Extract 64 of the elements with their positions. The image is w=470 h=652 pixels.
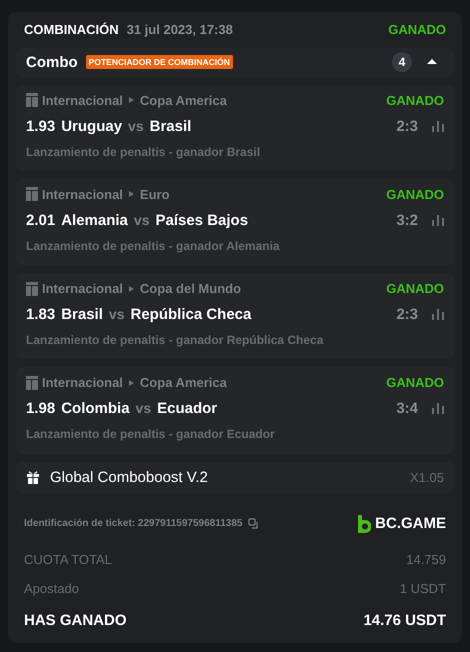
league-label: Copa del Mundo <box>140 281 242 296</box>
combo-label: Combo <box>26 54 78 71</box>
bet-status: GANADO <box>386 92 444 108</box>
market-label: Lanzamiento de penaltis - ganador Brasil <box>26 144 262 159</box>
market-label: Lanzamiento de penaltis - ganador República Checa <box>26 333 324 348</box>
bar-chart-icon[interactable] <box>432 120 444 132</box>
bar-chart-icon[interactable] <box>432 309 444 320</box>
away-team: República Checa <box>130 306 252 324</box>
away-team: Brasil <box>150 118 192 135</box>
league-label: Euro <box>140 186 170 202</box>
category-label: Internacional <box>42 92 123 108</box>
match-score: 2:3 <box>396 306 418 324</box>
chevron-icon <box>128 97 134 104</box>
summary-value: 14.759 <box>406 552 446 567</box>
odds-value: 1.93 <box>26 118 56 135</box>
vs-label: vs <box>128 118 144 134</box>
category-label: Internacional <box>42 375 123 390</box>
gift-icon <box>26 470 40 484</box>
bar-chart-icon[interactable] <box>432 403 444 414</box>
home-team: Brasil <box>61 306 103 324</box>
bet-status: GANADO <box>386 375 444 390</box>
home-team: Alemania <box>61 212 128 229</box>
bet-status: GANADO <box>386 281 444 296</box>
copy-icon[interactable] <box>248 518 260 530</box>
summary-label: HAS GANADO <box>24 612 127 629</box>
combo-header[interactable]: Combo POTENCIADOR DE COMBINACIÓN 4 <box>16 48 454 77</box>
odds-value: 2.01 <box>26 212 56 229</box>
chevron-icon <box>128 191 134 198</box>
match-score: 3:2 <box>396 212 418 229</box>
bet-type: COMBINACIÓN <box>24 22 119 38</box>
category-label: Internacional <box>42 281 123 296</box>
market-label: Lanzamiento de penaltis - ganador Alemania <box>26 238 281 253</box>
match-score: 3:4 <box>396 400 418 418</box>
away-team: Ecuador <box>157 400 218 418</box>
league-label: Copa America <box>140 375 227 390</box>
summary-value: 1 USDT <box>400 581 446 596</box>
vs-label: vs <box>108 306 124 322</box>
boost-multiplier: X1.05 <box>410 470 444 485</box>
boost-label: Global Comboboost V.2 <box>50 468 208 486</box>
away-team: Países Bajos <box>155 212 248 229</box>
market-label: Lanzamiento de penaltis - ganador Ecuador <box>26 427 276 442</box>
vs-label: vs <box>134 212 150 228</box>
brand-name: BC.GAME <box>375 515 446 532</box>
vs-label: vs <box>136 400 152 416</box>
bet-date: 31 jul 2023, 17:38 <box>126 22 233 38</box>
ticket-id: Identificación de ticket: 2297911597596811385 <box>24 518 242 530</box>
brand-logo-icon <box>357 514 372 533</box>
match-score: 2:3 <box>396 118 418 135</box>
summary-label: Apostado <box>24 581 79 596</box>
league-label: Copa America <box>140 92 227 108</box>
bet-status: GANADO <box>388 22 446 38</box>
bar-chart-icon[interactable] <box>432 214 444 226</box>
chevron-icon <box>128 286 134 292</box>
home-team: Colombia <box>61 400 130 418</box>
chevron-icon <box>128 380 134 386</box>
bet-status: GANADO <box>386 186 444 202</box>
selection-count: 4 <box>392 52 412 72</box>
summary-label: CUOTA TOTAL <box>24 552 112 567</box>
home-team: Uruguay <box>61 118 122 135</box>
summary-value: 14.76 USDT <box>363 612 446 629</box>
boost-badge: POTENCIADOR DE COMBINACIÓN <box>86 55 233 70</box>
odds-value: 1.98 <box>26 400 56 418</box>
category-label: Internacional <box>42 186 123 202</box>
odds-value: 1.83 <box>26 306 56 324</box>
